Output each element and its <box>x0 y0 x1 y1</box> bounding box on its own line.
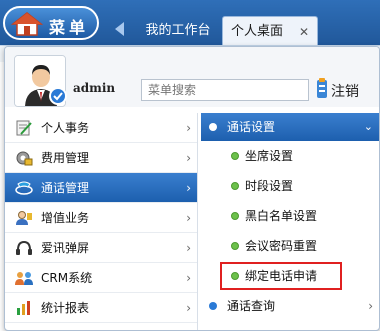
submenu-item-label: 会议密码重置 <box>245 239 318 253</box>
left-menu-item-call-management[interactable]: 通话管理 › <box>5 173 197 203</box>
left-menu-label: CRM系统 <box>41 271 93 285</box>
tab-workbench-label: 我的工作台 <box>145 23 211 38</box>
submenu: 通话设置 ⌄ 坐席设置 时段设置 黑白名单设置 会议密码重置 绑定电话申请 通话… <box>201 113 379 321</box>
main-menu-button[interactable]: 菜单 <box>3 6 99 40</box>
money-settings-icon <box>16 151 33 166</box>
green-dot-icon <box>231 242 239 250</box>
bar-chart-icon <box>17 301 30 315</box>
left-menu-item-crm[interactable]: CRM系统 › <box>5 263 197 293</box>
people-group-icon <box>15 272 33 285</box>
left-menu-label: 个人事务 <box>41 121 90 135</box>
submenu-item-label: 时段设置 <box>245 179 294 193</box>
close-icon[interactable]: ✕ <box>299 17 309 47</box>
submenu-item-meeting-password-reset[interactable]: 会议密码重置 <box>201 231 379 261</box>
submenu-item-label: 黑白名单设置 <box>245 209 318 223</box>
submenu-footer-label: 通话查询 <box>227 299 276 313</box>
online-check-icon <box>49 87 67 105</box>
nav-back-arrow[interactable] <box>115 22 124 36</box>
home-icon <box>11 12 43 36</box>
bullet-dot-icon <box>209 302 217 310</box>
left-menu-label: 统计报表 <box>41 301 90 315</box>
left-menu-label: 爱讯弹屏 <box>41 241 90 255</box>
submenu-item-label: 绑定电话申请 <box>245 269 318 283</box>
left-menu-item-expense[interactable]: 费用管理 › <box>5 143 197 173</box>
submenu-item-agent-settings[interactable]: 坐席设置 <box>201 141 379 171</box>
logout-button[interactable]: 注销 <box>331 81 359 101</box>
left-menu-item-reports[interactable]: 统计报表 › <box>5 293 197 323</box>
start-menu-panel: admin 注销 个人事务 › 费用管理 › <box>4 46 380 331</box>
chevron-right-icon: › <box>186 181 191 195</box>
submenu-item-blacklist-settings[interactable]: 黑白名单设置 <box>201 201 379 231</box>
submenu-header-label: 通话设置 <box>227 120 276 134</box>
user-plus-icon <box>16 211 32 225</box>
submenu-item-call-query[interactable]: 通话查询 › <box>201 291 379 321</box>
chevron-right-icon: › <box>186 121 191 135</box>
green-dot-icon <box>231 152 239 160</box>
menu-search-input[interactable] <box>141 79 309 101</box>
left-menu: 个人事务 › 费用管理 › 通话管理 › 增值业务 › 爱讯弹屏 › CRM系统… <box>5 113 197 323</box>
logout-icon[interactable] <box>315 77 329 101</box>
tab-workbench[interactable]: 我的工作台 <box>134 16 222 46</box>
chevron-right-icon: › <box>186 301 191 315</box>
tab-personal-desktop[interactable]: 个人桌面 ✕ <box>222 16 318 46</box>
chevron-right-icon: › <box>186 151 191 165</box>
left-menu-label: 增值业务 <box>41 211 90 225</box>
phone-network-icon <box>15 181 33 195</box>
user-header: admin 注销 <box>5 47 379 107</box>
chevron-right-icon: › <box>186 211 191 225</box>
left-menu-item-popup-screen[interactable]: 爱讯弹屏 › <box>5 233 197 263</box>
green-dot-icon <box>231 182 239 190</box>
submenu-item-label: 坐席设置 <box>245 149 294 163</box>
green-dot-icon <box>231 212 239 220</box>
menu-label: 菜单 <box>49 18 90 37</box>
left-menu-label: 费用管理 <box>41 151 90 165</box>
headset-icon <box>16 240 32 255</box>
submenu-header-call-settings[interactable]: 通话设置 ⌄ <box>201 113 379 141</box>
bullet-dot-icon <box>209 123 217 131</box>
green-dot-icon <box>231 272 239 280</box>
left-menu-item-value-added[interactable]: 增值业务 › <box>5 203 197 233</box>
menu-divider <box>197 113 198 330</box>
left-menu-item-personal[interactable]: 个人事务 › <box>5 113 197 143</box>
submenu-item-bind-phone-request[interactable]: 绑定电话申请 <box>219 261 343 291</box>
tab-desktop-label: 个人桌面 <box>231 24 284 39</box>
chevron-down-icon: ⌄ <box>363 120 373 133</box>
chevron-right-icon: › <box>186 241 191 255</box>
left-menu-label: 通话管理 <box>41 181 90 195</box>
chevron-right-icon: › <box>186 271 191 285</box>
notepad-icon <box>16 120 32 136</box>
submenu-item-time-settings[interactable]: 时段设置 <box>201 171 379 201</box>
chevron-right-icon: › <box>368 299 373 313</box>
username: admin <box>73 81 116 95</box>
